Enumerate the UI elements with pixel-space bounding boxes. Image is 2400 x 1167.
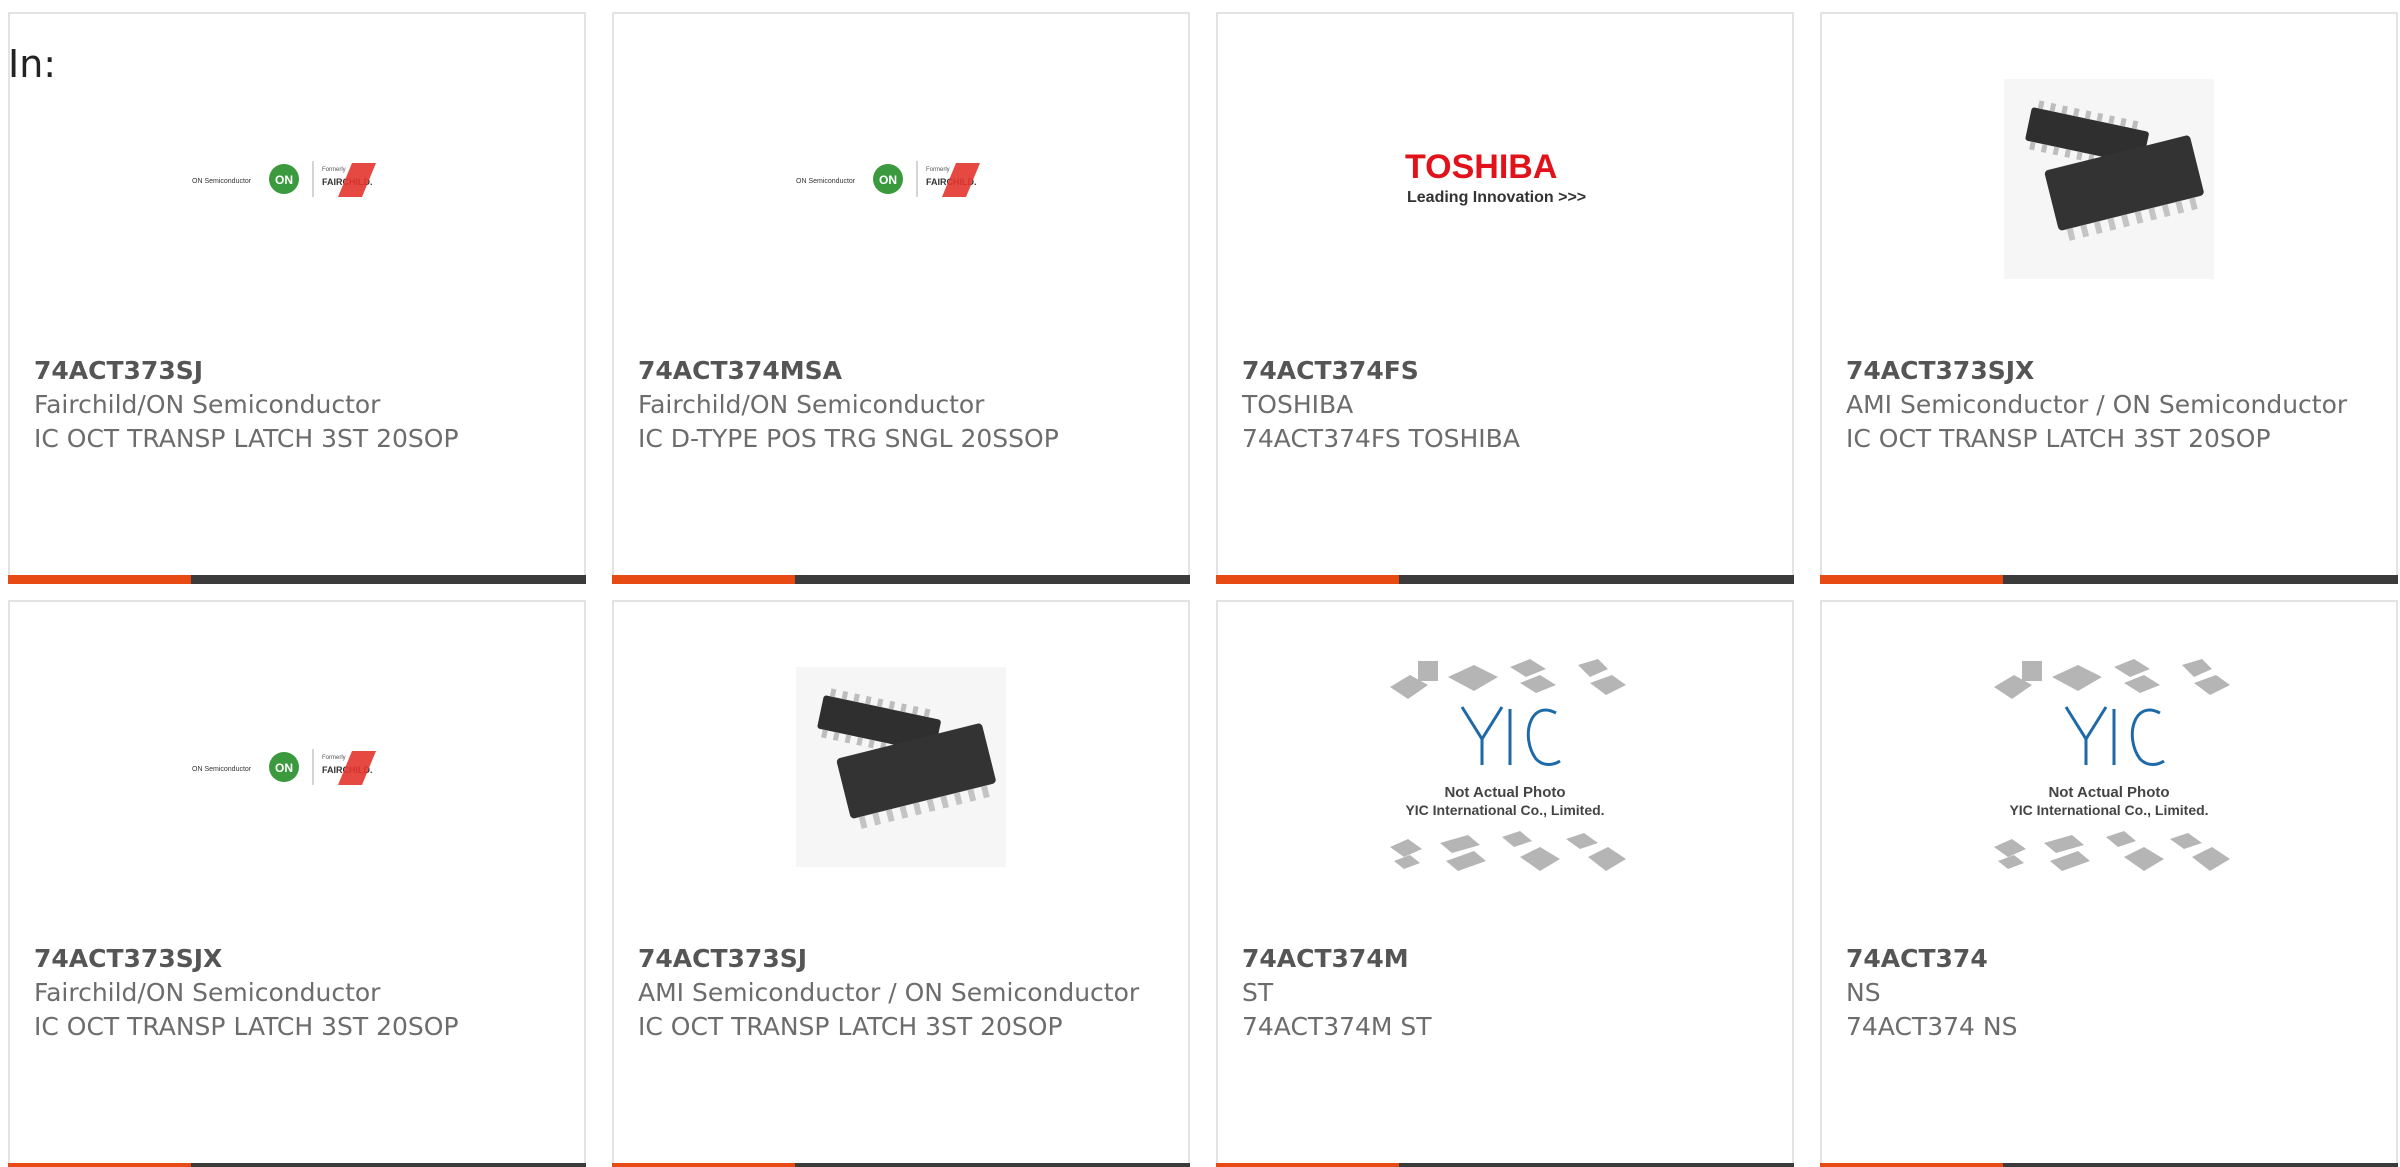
- part-number[interactable]: 74ACT374M: [1242, 942, 1768, 976]
- onsemi-fairchild-logo: ON Semiconductor ON Formerly FAIRCHILD.: [10, 602, 584, 932]
- product-info: 74ACT373SJX AMI Semiconductor / ON Semic…: [1846, 354, 2372, 456]
- product-info: 74ACT374 NS 74ACT374 NS: [1846, 942, 2372, 1044]
- product-card[interactable]: ON Semiconductor ON Formerly FAIRCHILD. …: [8, 12, 586, 584]
- svg-text:Formerly: Formerly: [322, 167, 346, 173]
- part-number[interactable]: 74ACT374FS: [1242, 354, 1768, 388]
- part-number[interactable]: 74ACT374MSA: [638, 354, 1164, 388]
- product-card[interactable]: Not Actual Photo YIC International Co., …: [1820, 600, 2398, 1167]
- card-bottom-bar: [1820, 575, 2398, 584]
- soic-chip-photo: [614, 602, 1188, 932]
- yic-placeholder-image: Not Actual Photo YIC International Co., …: [1218, 602, 1792, 932]
- soic-chip-photo: [1822, 14, 2396, 344]
- part-number[interactable]: 74ACT373SJ: [34, 354, 560, 388]
- card-bottom-bar: [1216, 1163, 1794, 1167]
- product-card[interactable]: TOSHIBA Leading Innovation >>> 74ACT374F…: [1216, 12, 1794, 584]
- card-bottom-bar: [1216, 575, 1794, 584]
- svg-text:Formerly: Formerly: [322, 755, 346, 761]
- product-card[interactable]: ON Semiconductor ON Formerly FAIRCHILD. …: [612, 12, 1190, 584]
- product-info: 74ACT374MSA Fairchild/ON Semiconductor I…: [638, 354, 1164, 456]
- svg-text:Formerly: Formerly: [926, 167, 950, 173]
- product-card[interactable]: Not Actual Photo YIC International Co., …: [1216, 600, 1794, 1167]
- manufacturer: Fairchild/ON Semiconductor: [34, 390, 381, 419]
- manufacturer: ST: [1242, 978, 1274, 1007]
- product-info: 74ACT374FS TOSHIBA 74ACT374FS TOSHIBA: [1242, 354, 1768, 456]
- filter-in-label: In:: [8, 42, 57, 86]
- yic-placeholder-image: Not Actual Photo YIC International Co., …: [1822, 602, 2396, 932]
- description: IC OCT TRANSP LATCH 3ST 20SOP: [34, 424, 459, 453]
- description: 74ACT374FS TOSHIBA: [1242, 424, 1520, 453]
- toshiba-logo: TOSHIBA Leading Innovation >>>: [1218, 14, 1792, 344]
- card-bottom-bar: [612, 1163, 1190, 1167]
- svg-text:ON: ON: [879, 173, 897, 187]
- manufacturer: Fairchild/ON Semiconductor: [34, 978, 381, 1007]
- product-listing-page: ON Semiconductor ON Formerly FAIRCHILD. …: [0, 0, 2400, 1167]
- svg-text:ON: ON: [275, 173, 293, 187]
- card-bottom-bar: [8, 1163, 586, 1167]
- description: IC OCT TRANSP LATCH 3ST 20SOP: [638, 1012, 1063, 1041]
- part-number[interactable]: 74ACT373SJ: [638, 942, 1164, 976]
- description: 74ACT374M ST: [1242, 1012, 1432, 1041]
- product-info: 74ACT373SJ AMI Semiconductor / ON Semico…: [638, 942, 1164, 1044]
- card-bottom-bar: [8, 575, 586, 584]
- product-info: 74ACT374M ST 74ACT374M ST: [1242, 942, 1768, 1044]
- svg-text:TOSHIBA: TOSHIBA: [1405, 148, 1557, 186]
- product-info: 74ACT373SJ Fairchild/ON Semiconductor IC…: [34, 354, 560, 456]
- card-bottom-bar: [612, 575, 1190, 584]
- description: IC OCT TRANSP LATCH 3ST 20SOP: [34, 1012, 459, 1041]
- manufacturer: Fairchild/ON Semiconductor: [638, 390, 985, 419]
- svg-text:YIC International Co., Limited: YIC International Co., Limited.: [2009, 802, 2208, 818]
- manufacturer: AMI Semiconductor / ON Semiconductor: [638, 978, 1140, 1007]
- part-number[interactable]: 74ACT374: [1846, 942, 2372, 976]
- product-card[interactable]: 74ACT373SJX AMI Semiconductor / ON Semic…: [1820, 12, 2398, 584]
- svg-text:ON Semiconductor: ON Semiconductor: [796, 178, 856, 185]
- manufacturer: AMI Semiconductor / ON Semiconductor: [1846, 390, 2348, 419]
- onsemi-fairchild-logo: ON Semiconductor ON Formerly FAIRCHILD.: [614, 14, 1188, 344]
- svg-text:YIC International Co., Limited: YIC International Co., Limited.: [1405, 802, 1604, 818]
- description: IC D-TYPE POS TRG SNGL 20SSOP: [638, 424, 1059, 453]
- onsemi-fairchild-logo: ON Semiconductor ON Formerly FAIRCHILD.: [10, 14, 584, 344]
- card-bottom-bar: [1820, 1163, 2398, 1167]
- part-number[interactable]: 74ACT373SJX: [34, 942, 560, 976]
- svg-text:ON Semiconductor: ON Semiconductor: [192, 766, 252, 773]
- manufacturer: TOSHIBA: [1242, 390, 1354, 419]
- manufacturer: NS: [1846, 978, 1881, 1007]
- product-card[interactable]: ON Semiconductor ON Formerly FAIRCHILD. …: [8, 600, 586, 1167]
- product-card[interactable]: 74ACT373SJ AMI Semiconductor / ON Semico…: [612, 600, 1190, 1167]
- svg-text:Not Actual Photo: Not Actual Photo: [2048, 784, 2169, 801]
- svg-text:Leading Innovation >>>: Leading Innovation >>>: [1407, 189, 1586, 206]
- svg-text:Not Actual Photo: Not Actual Photo: [1444, 784, 1565, 801]
- svg-text:ON Semiconductor: ON Semiconductor: [192, 178, 252, 185]
- description: 74ACT374 NS: [1846, 1012, 2018, 1041]
- description: IC OCT TRANSP LATCH 3ST 20SOP: [1846, 424, 2271, 453]
- part-number[interactable]: 74ACT373SJX: [1846, 354, 2372, 388]
- product-info: 74ACT373SJX Fairchild/ON Semiconductor I…: [34, 942, 560, 1044]
- product-grid: ON Semiconductor ON Formerly FAIRCHILD. …: [8, 12, 2398, 1167]
- svg-text:ON: ON: [275, 761, 293, 775]
